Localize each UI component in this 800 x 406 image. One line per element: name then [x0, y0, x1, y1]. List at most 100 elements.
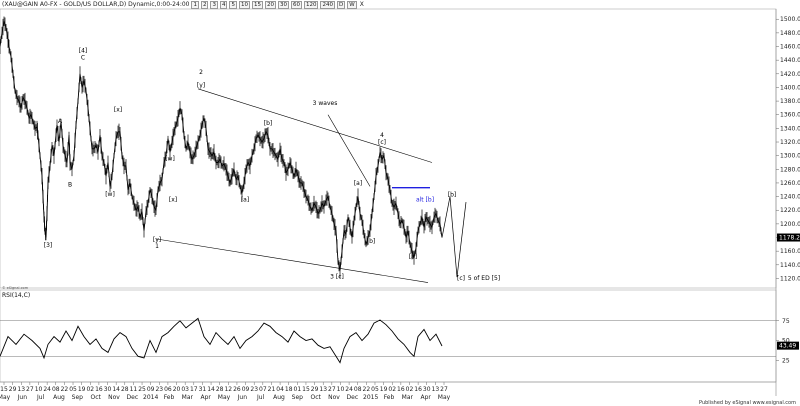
wave-label: [x] [169, 196, 177, 203]
price-y-tick-label: 1380.00 [780, 98, 800, 105]
x-tick-label: 12 [224, 386, 232, 393]
price-y-tick-label: 1480.00 [780, 30, 800, 37]
three-waves-pointer [327, 114, 371, 187]
projection-path [441, 196, 467, 278]
x-month-label: Dec [127, 394, 139, 401]
wave-label: 2 [199, 69, 203, 76]
wave-label: [w] [165, 155, 175, 162]
footer-published: Published by eSignal [699, 400, 751, 406]
price-y-tick-label: 1120.00 [780, 275, 800, 282]
x-month-label: Apr [200, 394, 211, 401]
x-tick-label: 13 [432, 386, 440, 393]
price-y-tick-label: 1420.00 [780, 71, 800, 78]
x-tick-label: 28 [121, 386, 129, 393]
wave-label: B [68, 181, 72, 188]
x-tick-label: 05 [69, 386, 77, 393]
x-tick-label: 24 [345, 386, 353, 393]
x-tick-label: 04 [276, 386, 284, 393]
wave-label: 1 [155, 243, 159, 250]
x-tick-label: 29 [311, 386, 319, 393]
rsi-label: RSI(14,C) [2, 292, 31, 299]
price-y-tick-label: 1360.00 [780, 112, 800, 119]
wave-label: [x] [114, 106, 122, 113]
rsi-value-label: 43.49 [779, 343, 796, 350]
x-tick-label: 13 [319, 386, 327, 393]
footer-site: www.esignal.com [752, 400, 796, 406]
x-tick-label: 14 [207, 386, 215, 393]
wave-label: [a] [409, 254, 417, 261]
footer: Published by eSignal www.esignal.com [699, 400, 796, 406]
x-tick-label: 08 [354, 386, 362, 393]
x-tick-label: 27 [26, 386, 34, 393]
price-y-tick-label: 1400.00 [780, 84, 800, 91]
x-tick-label: 22 [61, 386, 69, 393]
price-y-tick-label: 1140.00 [780, 262, 800, 269]
x-tick-label: 26 [233, 386, 241, 393]
x-tick-label: 30 [104, 386, 112, 393]
x-tick-label: 14 [112, 386, 120, 393]
x-tick-label: 16 [397, 386, 405, 393]
x-tick-label: 16 [414, 386, 422, 393]
trendline-2 [155, 238, 429, 283]
x-tick-label: 05 [371, 386, 379, 393]
price-y-tick-label: 1220.00 [780, 207, 800, 214]
x-tick-label: 22 [363, 386, 371, 393]
current-price-label: 1178.29 [779, 235, 800, 242]
x-tick-label: 25 [138, 386, 146, 393]
x-tick-label: 19 [380, 386, 388, 393]
wave-label: C [81, 54, 85, 61]
x-month-label: Jul [256, 394, 265, 401]
x-tick-label: 21 [268, 386, 276, 393]
x-tick-label: 23 [155, 386, 163, 393]
wave-label: [a] [241, 196, 249, 203]
x-tick-label: 11 [130, 386, 138, 393]
x-month-label: Jul [36, 394, 45, 401]
price-y-tick-label: 1300.00 [780, 153, 800, 160]
x-month-label: 2015 [363, 394, 378, 401]
x-tick-label: 15 [0, 386, 8, 393]
x-tick-label: 20 [173, 386, 181, 393]
x-month-label: Aug [53, 394, 65, 401]
x-tick-label: 15 [302, 386, 310, 393]
x-month-label: Apr [420, 394, 431, 401]
wave-label: [c] [378, 139, 386, 146]
chart-window: (XAU@GAIN A0-FX - GOLD/US DOLLAR,D) Dyna… [0, 0, 800, 406]
x-tick-label: 17 [190, 386, 198, 393]
x-month-label: Oct [310, 394, 321, 401]
price-y-tick-label: 1280.00 [780, 166, 800, 173]
price-y-tick-label: 1440.00 [780, 57, 800, 64]
wave-label: A [58, 118, 63, 125]
price-y-tick-label: 1460.00 [780, 44, 800, 51]
x-tick-label: 18 [285, 386, 293, 393]
wave-label: [b] [367, 238, 376, 245]
x-tick-label: 02 [388, 386, 396, 393]
x-month-label: Feb [384, 394, 395, 401]
x-month-label: Mar [182, 394, 194, 401]
x-month-label: 2014 [143, 394, 158, 401]
price-y-tick-label: 1160.00 [780, 248, 800, 255]
x-tick-label: 08 [52, 386, 60, 393]
x-tick-label: 03 [181, 386, 189, 393]
price-chart-svg[interactable]: 1500.00 1480.00 1460.00 1440.00 1420.00 1400.… [0, 0, 800, 406]
x-month-label: Dec [347, 394, 359, 401]
x-month-label: Aug [273, 394, 285, 401]
x-tick-label: 07 [259, 386, 267, 393]
price-y-tick-label: 1200.00 [780, 221, 800, 228]
x-month-label: May [0, 394, 11, 401]
x-month-label: Nov [108, 394, 120, 401]
x-tick-label: 19 [78, 386, 86, 393]
x-tick-label: 23 [250, 386, 258, 393]
x-tick-label: 29 [9, 386, 17, 393]
x-tick-label: 24 [43, 386, 51, 393]
x-tick-label: 02 [406, 386, 414, 393]
x-tick-label: 30 [423, 386, 431, 393]
x-month-label: May [218, 394, 231, 401]
wave-label: [3] [44, 242, 53, 249]
rsi-series-line [0, 317, 443, 364]
x-month-label: Jun [17, 394, 28, 401]
x-tick-label: 10 [35, 386, 43, 393]
wave-label: [b] [264, 120, 273, 127]
wave-label: [c] [457, 275, 465, 282]
rsi-y-tick-label: 25 [782, 357, 790, 364]
wave-label: 3 [c] [330, 273, 344, 280]
